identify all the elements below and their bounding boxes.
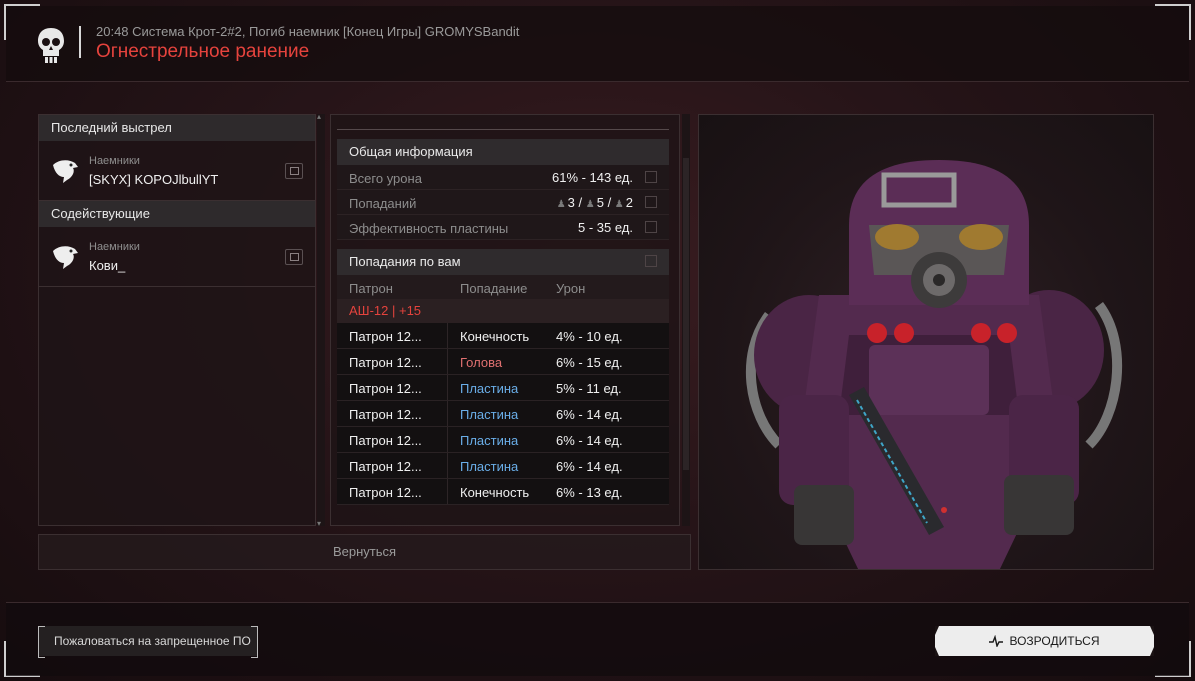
column-divider	[447, 375, 448, 400]
death-header: 20:48 Система Крот-2#2, Погиб наемник [К…	[6, 6, 1189, 82]
killer-name: [SKYX] KOPOJlbullYT	[89, 172, 219, 187]
hit-ammo: Патрон 12...	[349, 459, 422, 474]
hit-ammo: Патрон 12...	[349, 485, 422, 500]
hit-damage: 5% - 11 ед.	[556, 381, 622, 396]
hits-count-1: 3	[567, 195, 575, 210]
hits-on-you-block: Попадания по вам Патрон Попадание Урон А…	[337, 249, 669, 505]
back-button[interactable]: Вернуться	[38, 534, 691, 570]
hits-count-2: 5	[596, 195, 604, 210]
hit-ammo: Патрон 12...	[349, 329, 422, 344]
death-event-subtitle: 20:48 Система Крот-2#2, Погиб наемник [К…	[96, 24, 520, 39]
column-divider	[447, 479, 448, 504]
expand-icon[interactable]	[645, 171, 657, 183]
copy-assist-name-button[interactable]	[285, 249, 303, 265]
hit-row: Патрон 12... Пластина 6% - 14 ед.	[337, 453, 669, 479]
eagle-faction-icon	[53, 160, 78, 183]
scrollbar-thumb[interactable]	[683, 158, 689, 470]
plate-efficiency-value: 5 - 35 ед.	[578, 220, 633, 235]
plate-efficiency-label: Эффективность пластины	[349, 221, 509, 236]
hit-ammo: Патрон 12...	[349, 407, 422, 422]
hit-row: Патрон 12... Конечность 4% - 10 ед.	[337, 323, 669, 349]
plate-efficiency-row: Эффективность пластины 5 - 35 ед.	[337, 215, 669, 240]
hits-row: Попаданий ♟ 3 / ♟ 5 / ♟ 2	[337, 190, 669, 215]
hit-damage: 6% - 14 ед.	[556, 407, 623, 422]
damage-details-panel: Общая информация Всего урона 61% - 143 е…	[330, 114, 680, 526]
person-icon: ♟	[585, 199, 595, 210]
column-divider	[447, 453, 448, 478]
column-divider	[447, 427, 448, 452]
general-info-title: Общая информация	[337, 139, 669, 165]
report-cheater-button[interactable]: Пожаловаться на запрещенное ПО	[38, 626, 258, 658]
hit-damage: 6% - 15 ед.	[556, 355, 623, 370]
hit-row: Патрон 12... Пластина 5% - 11 ед.	[337, 375, 669, 401]
eagle-faction-icon	[53, 246, 78, 269]
hits-table-body: Патрон 12... Конечность 4% - 10 ед. Патрон …	[337, 323, 669, 505]
last-shot-title: Последний выстрел	[39, 115, 315, 141]
assists-title: Содействующие	[39, 201, 315, 227]
person-icon: ♟	[614, 199, 624, 210]
expand-icon[interactable]	[645, 196, 657, 208]
hits-on-you-label: Попадания по вам	[349, 254, 461, 269]
killer-character-preview	[698, 114, 1154, 570]
column-divider	[447, 349, 448, 374]
total-damage-label: Всего урона	[349, 171, 422, 186]
column-divider	[447, 323, 448, 348]
details-scrollbar[interactable]	[682, 114, 690, 526]
assist-name: Кови_	[89, 258, 126, 273]
hits-label: Попаданий	[349, 196, 417, 211]
killers-panel: Последний выстрел Наемники [SKYX] KOPOJl…	[38, 114, 316, 526]
hits-on-you-title: Попадания по вам	[337, 249, 669, 275]
hit-row: Патрон 12... Голова 6% - 15 ед.	[337, 349, 669, 375]
killer-row[interactable]: Наемники [SKYX] KOPOJlbullYT	[39, 141, 315, 201]
col-damage-header: Урон	[556, 281, 586, 296]
hit-body-part: Голова	[460, 355, 503, 370]
hit-body-part: Пластина	[460, 459, 519, 474]
total-damage-row: Всего урона 61% - 143 ед.	[337, 165, 669, 190]
total-damage-value: 61% - 143 ед.	[551, 170, 633, 185]
pulse-icon	[989, 635, 1004, 647]
hit-row: Патрон 12... Конечность 6% - 13 ед.	[337, 479, 669, 505]
weapon-name: АШ-12 | +15	[337, 299, 669, 323]
hit-body-part: Пластина	[460, 381, 519, 396]
hit-row: Патрон 12... Пластина 6% - 14 ед.	[337, 401, 669, 427]
hit-ammo: Патрон 12...	[349, 433, 422, 448]
general-info-block: Общая информация Всего урона 61% - 143 е…	[337, 139, 669, 240]
hits-count-3: 2	[625, 195, 633, 210]
death-cause-title: Огнестрельное ранение	[96, 41, 310, 62]
hit-damage: 6% - 14 ед.	[556, 459, 623, 474]
respawn-button[interactable]: ВОЗРОДИТЬСЯ	[935, 626, 1154, 656]
expand-icon[interactable]	[645, 255, 657, 267]
header-divider	[79, 26, 81, 58]
person-icon: ♟	[556, 199, 566, 210]
hit-damage: 6% - 13 ед.	[556, 485, 623, 500]
hit-body-part: Конечность	[460, 329, 530, 344]
armored-character-image	[745, 160, 1123, 569]
hit-ammo: Патрон 12...	[349, 355, 422, 370]
hit-damage: 6% - 14 ед.	[556, 433, 623, 448]
hit-row: Патрон 12... Пластина 6% - 14 ед.	[337, 427, 669, 453]
hits-table-header: Патрон Попадание Урон	[337, 275, 669, 299]
skull-icon	[38, 28, 64, 63]
respawn-label: ВОЗРОДИТЬСЯ	[1009, 634, 1100, 648]
hit-ammo: Патрон 12...	[349, 381, 422, 396]
hit-body-part: Конечность	[460, 485, 530, 500]
hit-body-part: Пластина	[460, 433, 519, 448]
hit-body-part: Пластина	[460, 407, 519, 422]
col-ammo-header: Патрон	[349, 281, 393, 296]
col-hit-header: Попадание	[460, 281, 528, 296]
column-divider	[447, 401, 448, 426]
assist-row[interactable]: Наемники Кови_	[39, 227, 315, 287]
hits-value: ♟ 3 / ♟ 5 / ♟ 2	[556, 195, 633, 210]
divider	[337, 129, 669, 130]
hit-damage: 4% - 10 ед.	[556, 329, 623, 344]
expand-icon[interactable]	[645, 221, 657, 233]
copy-killer-name-button[interactable]	[285, 163, 303, 179]
assist-faction: Наемники	[89, 241, 140, 253]
killer-faction: Наемники	[89, 155, 140, 167]
left-scrollbar[interactable]	[317, 112, 325, 528]
